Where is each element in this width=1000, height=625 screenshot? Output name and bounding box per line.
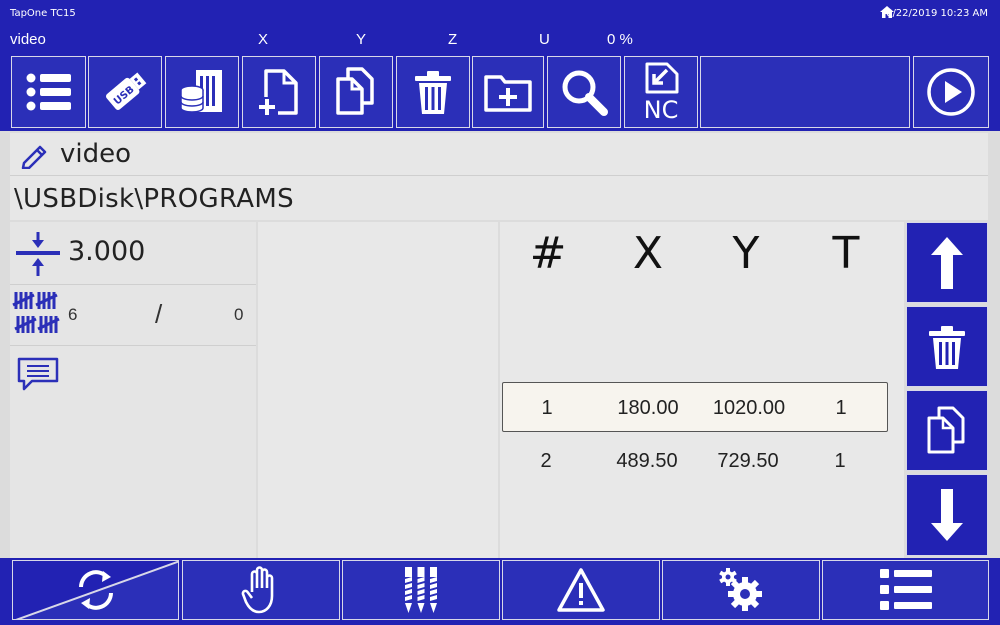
progress-value: 0 % — [607, 31, 633, 48]
copy-program-button[interactable] — [319, 56, 393, 128]
search-button[interactable] — [547, 56, 621, 128]
thickness-value: 3.000 — [68, 236, 146, 267]
new-program-button[interactable] — [242, 56, 316, 128]
delete-point-button[interactable] — [906, 306, 988, 387]
table-row[interactable]: 1 180.00 1020.00 1 — [502, 382, 888, 432]
datetime: 8/22/2019 10:23 AM — [886, 8, 988, 19]
cell-y: 1020.00 — [712, 397, 786, 419]
menu-button[interactable] — [822, 560, 989, 620]
mode-cycle-icon — [78, 570, 113, 610]
thickness-icon — [16, 232, 60, 276]
trash-icon — [929, 325, 965, 369]
network-storage-button[interactable] — [165, 56, 239, 128]
axis-z-label: Z — [448, 31, 458, 48]
preview-panel — [258, 222, 498, 558]
axis-x-label: X — [258, 31, 269, 48]
new-file-icon — [256, 69, 298, 117]
arrow-up-icon — [931, 236, 963, 289]
delete-program-button[interactable] — [396, 56, 470, 128]
points-table: # X Y T 1 180.00 1020.00 1 2 489.50 729.… — [500, 222, 904, 558]
cell-x: 489.50 — [616, 450, 678, 472]
nc-import-icon: NC — [644, 62, 679, 122]
thickness-row[interactable]: 3.000 — [10, 222, 256, 285]
nc-label: NC — [644, 96, 679, 122]
column-header-t: T — [832, 228, 860, 279]
count-separator: / — [155, 299, 163, 329]
copy-icon — [927, 406, 965, 453]
cell-y: 729.50 — [717, 450, 779, 472]
settings-icon — [719, 568, 762, 611]
pencil-icon — [21, 145, 47, 169]
cell-number: 1 — [541, 397, 553, 419]
cell-number: 2 — [540, 450, 552, 472]
current-program: video — [10, 31, 46, 48]
file-path: \USBDisk\PROGRAMS — [14, 184, 294, 214]
copy-files-icon — [336, 67, 374, 115]
table-row[interactable]: 2 489.50 729.50 1 — [502, 436, 888, 486]
nc-import-button[interactable]: NC — [624, 56, 698, 128]
copy-point-button[interactable] — [906, 390, 988, 471]
program-name-bar[interactable]: video — [10, 133, 988, 176]
move-up-button[interactable] — [906, 222, 988, 303]
axis-u-label: U — [539, 31, 550, 48]
usb-drive-icon: USB — [106, 72, 147, 111]
count-done: 6 — [68, 305, 78, 324]
path-bar: \USBDisk\PROGRAMS — [10, 176, 988, 220]
server-database-icon — [180, 70, 222, 113]
alarms-button[interactable] — [502, 560, 660, 620]
arrow-down-icon — [931, 489, 963, 541]
program-name: video — [60, 139, 132, 169]
tally-counter-icon — [12, 292, 60, 333]
toolbar-empty-slot — [700, 56, 910, 128]
cell-x: 180.00 — [617, 397, 679, 419]
program-info-panel: 3.000 6 / 0 — [10, 222, 256, 558]
axis-y-label: Y — [356, 31, 367, 48]
counter-row[interactable]: 6 / 0 — [10, 285, 256, 346]
new-folder-icon — [484, 75, 532, 112]
column-header-number: # — [529, 228, 567, 279]
toolbar: USB NC — [0, 53, 1000, 131]
cell-t: 1 — [835, 397, 847, 419]
column-header-x: X — [632, 228, 664, 279]
bottom-nav — [0, 558, 1000, 625]
settings-button[interactable] — [662, 560, 820, 620]
move-down-button[interactable] — [906, 474, 988, 556]
cell-t: 1 — [834, 450, 846, 472]
hand-icon — [241, 566, 274, 614]
play-icon — [927, 68, 975, 116]
tools-button[interactable] — [342, 560, 500, 620]
count-total: 0 — [234, 305, 244, 324]
list-icon — [26, 73, 71, 111]
comment-icon[interactable] — [16, 356, 60, 392]
search-icon — [562, 70, 608, 116]
title-bar: TapOne TC15 8/22/2019 10:23 AM — [0, 0, 1000, 27]
app-name: TapOne TC15 — [10, 8, 76, 19]
run-program-button[interactable] — [913, 56, 989, 128]
tools-icon — [405, 567, 437, 613]
status-bar: video X Y Z U 0 % — [0, 27, 1000, 53]
warning-icon — [557, 568, 605, 612]
mode-button[interactable] — [12, 560, 179, 620]
column-header-y: Y — [732, 228, 760, 279]
program-list-button[interactable] — [11, 56, 86, 128]
trash-icon — [415, 71, 451, 114]
manual-button[interactable] — [182, 560, 340, 620]
usb-button[interactable]: USB — [88, 56, 162, 128]
menu-list-icon — [879, 569, 932, 610]
new-folder-button[interactable] — [472, 56, 544, 128]
